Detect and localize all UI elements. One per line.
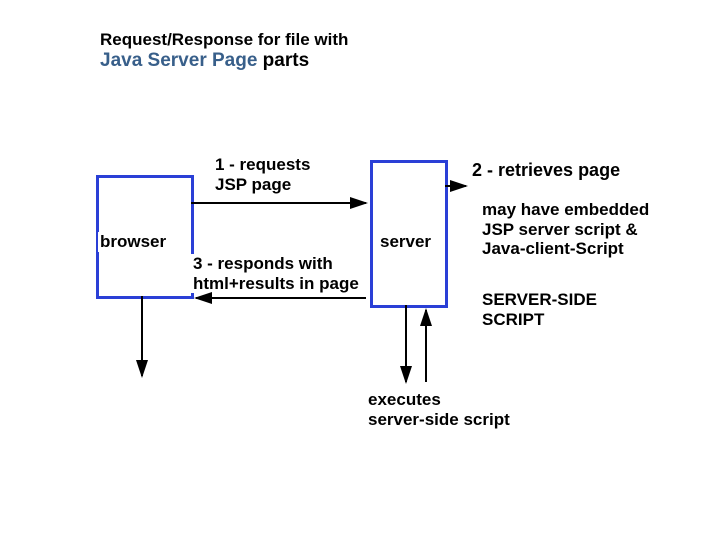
server-side-script-label: SERVER-SIDE SCRIPT bbox=[480, 290, 599, 329]
diagram-title: Request/Response for file with Java Serv… bbox=[100, 30, 348, 72]
step3-line2: html+results in page bbox=[193, 274, 359, 294]
step3-label: 3 - responds with html+results in page bbox=[191, 254, 361, 293]
step2-label: 2 - retrieves page bbox=[470, 160, 622, 181]
note-line2: JSP server script & bbox=[482, 220, 649, 240]
step1-line1: 1 - requests bbox=[215, 155, 310, 175]
server-label: server bbox=[378, 232, 433, 252]
exec-line1: executes bbox=[368, 390, 510, 410]
title-jsp: Java Server Page bbox=[100, 50, 257, 71]
title-line2: Java Server Page parts bbox=[100, 50, 348, 72]
step3-line1: 3 - responds with bbox=[193, 254, 359, 274]
browser-label: browser bbox=[98, 232, 168, 252]
executes-label: executes server-side script bbox=[366, 390, 512, 429]
exec-line2: server-side script bbox=[368, 410, 510, 430]
embedded-note: may have embedded JSP server script & Ja… bbox=[480, 200, 651, 259]
step1-label: 1 - requests JSP page bbox=[213, 155, 312, 194]
step1-line2: JSP page bbox=[215, 175, 310, 195]
sss-line1: SERVER-SIDE bbox=[482, 290, 597, 310]
title-parts: parts bbox=[257, 50, 309, 71]
note-line1: may have embedded bbox=[482, 200, 649, 220]
title-line1: Request/Response for file with bbox=[100, 30, 348, 50]
note-line3: Java-client-Script bbox=[482, 239, 649, 259]
sss-line2: SCRIPT bbox=[482, 310, 597, 330]
